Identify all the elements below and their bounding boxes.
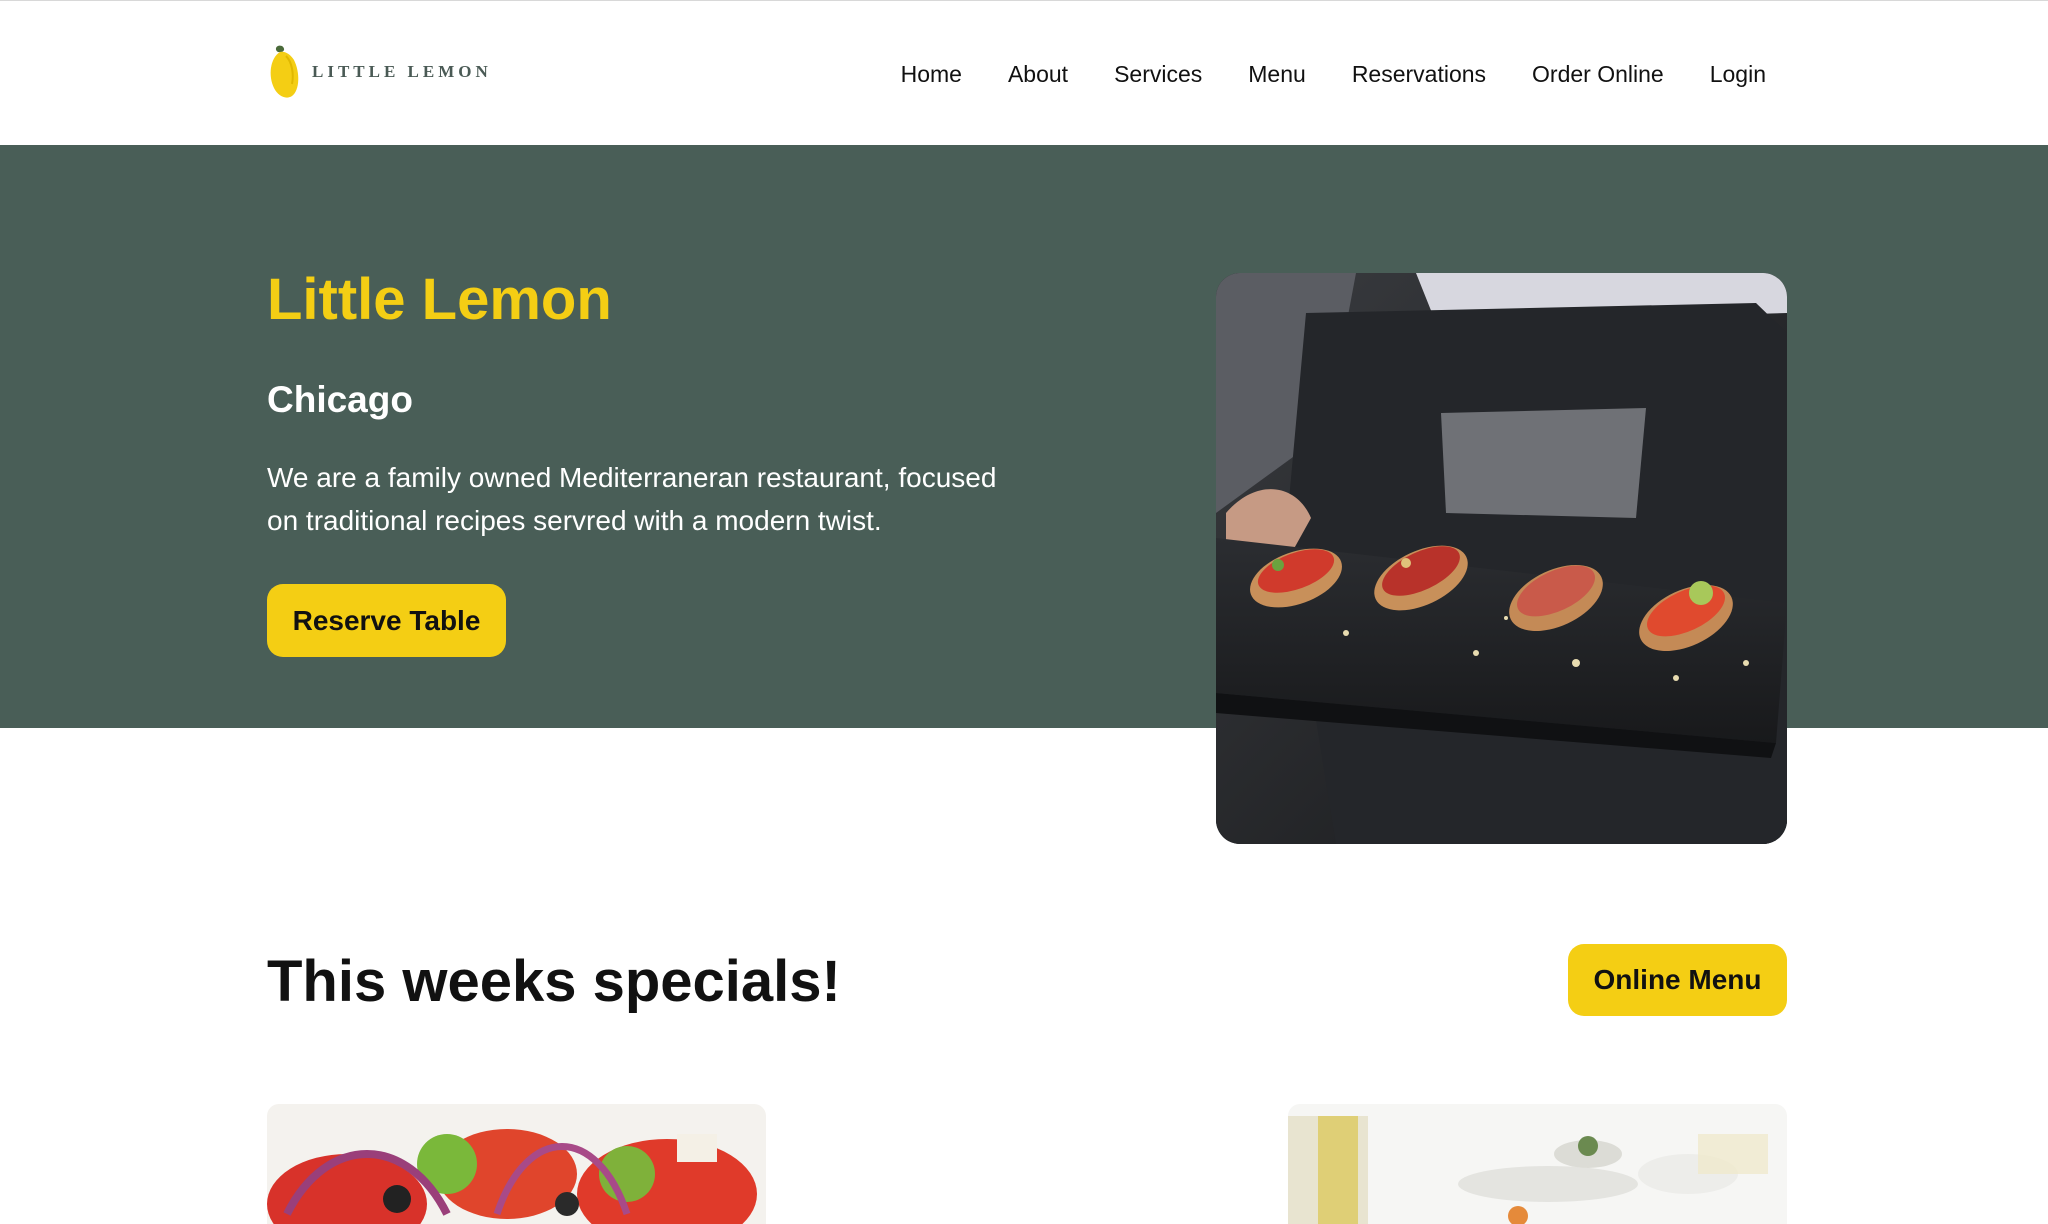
hero-description: We are a family owned Mediterraneran res… (267, 462, 997, 536)
logo[interactable]: LITTLE LEMON (266, 41, 492, 103)
logo-text: LITTLE LEMON (312, 62, 492, 81)
hero-subtitle: Chicago (267, 379, 413, 420)
online-menu-button[interactable]: Online Menu (1568, 944, 1787, 1016)
specials-heading: This weeks specials! (267, 949, 841, 1014)
lemon-icon (270, 45, 299, 98)
nav-login[interactable]: Login (1710, 57, 1766, 91)
nav-about[interactable]: About (1008, 57, 1068, 91)
reserve-table-button[interactable]: Reserve Table (267, 584, 506, 657)
table-photo (1288, 1104, 1787, 1224)
hero-title: Little Lemon (267, 267, 612, 332)
nav-order-online[interactable]: Order Online (1532, 57, 1664, 91)
chef-serving-bruschetta-image (1216, 273, 1787, 844)
top-navigation: LITTLE LEMON Home About Services Menu Re… (0, 0, 2048, 145)
hero-image (1216, 273, 1787, 844)
nav-reservations[interactable]: Reservations (1352, 57, 1486, 91)
main-nav: Home About Services Menu Reservations Or… (855, 57, 1766, 91)
nav-services[interactable]: Services (1114, 57, 1202, 91)
greek-salad-image (267, 1104, 766, 1224)
nav-home[interactable]: Home (901, 57, 962, 91)
salad-photo (267, 1104, 766, 1224)
bruschetta-image (1288, 1104, 1787, 1224)
nav-menu[interactable]: Menu (1248, 57, 1306, 91)
